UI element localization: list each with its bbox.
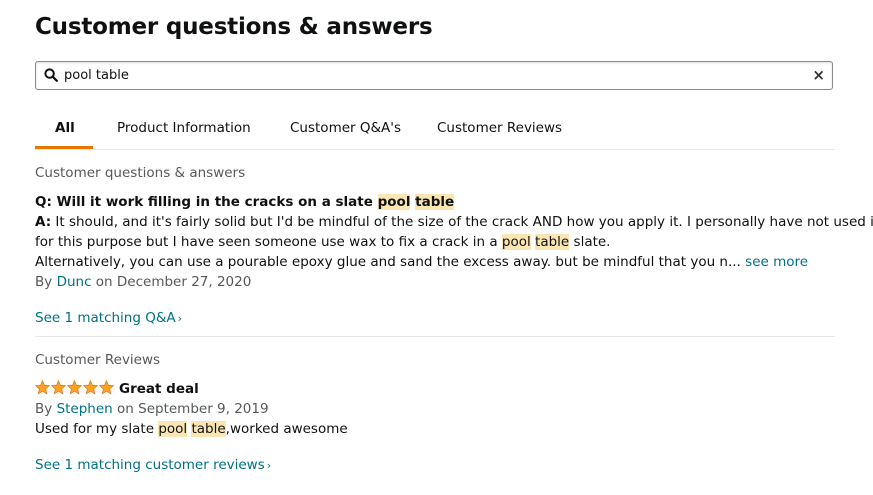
- see-matching-qa-link[interactable]: See 1 matching Q&A: [35, 310, 176, 326]
- review-text: ,worked awesome: [225, 421, 348, 437]
- search-box[interactable]: ×: [35, 61, 833, 90]
- qa-section-title: Customer questions & answers: [35, 165, 246, 181]
- answer-line-1: A: It should, and it's fairly solid but …: [35, 212, 873, 232]
- question-highlight: pool: [377, 194, 411, 210]
- answer-text: It should, and it's fairly solid but I'd…: [55, 214, 873, 230]
- byline-by: By: [35, 401, 53, 417]
- search-input[interactable]: [64, 65, 804, 85]
- see-matching-reviews-link[interactable]: See 1 matching customer reviews: [35, 457, 265, 473]
- reviews-section-title: Customer Reviews: [35, 352, 161, 368]
- question-prefix: Q:: [35, 194, 52, 210]
- question-text: Will it work filling in the cracks on a …: [56, 194, 373, 210]
- search-icon: [44, 68, 58, 82]
- answer-highlight: table: [535, 234, 570, 250]
- see-matching-reviews[interactable]: See 1 matching customer reviews ›: [35, 455, 271, 476]
- active-tab-indicator: [35, 146, 93, 149]
- star-rating-icon[interactable]: [35, 380, 115, 395]
- tab-all[interactable]: All: [55, 120, 75, 136]
- tab-customer-qa[interactable]: Customer Q&A's: [290, 120, 401, 136]
- author-link[interactable]: Dunc: [57, 274, 92, 290]
- see-more-link[interactable]: see more: [745, 254, 808, 270]
- review-highlight: pool: [158, 421, 188, 437]
- question-highlight: table: [415, 194, 455, 210]
- question-line: Q: Will it work filling in the cracks on…: [35, 192, 455, 212]
- chevron-right-icon: ›: [266, 459, 272, 472]
- byline-date: on September 9, 2019: [117, 401, 269, 417]
- answer-highlight: pool: [501, 234, 531, 250]
- review-byline: By Stephen on September 9, 2019: [35, 399, 269, 419]
- review-highlight: table: [191, 421, 226, 437]
- clear-icon[interactable]: ×: [812, 67, 825, 84]
- page-title: Customer questions & answers: [35, 14, 433, 40]
- see-matching-qa[interactable]: See 1 matching Q&A ›: [35, 308, 182, 329]
- byline-by: By: [35, 274, 53, 290]
- author-link[interactable]: Stephen: [57, 401, 113, 417]
- tab-bar: All Product Information Customer Q&A's C…: [35, 118, 835, 150]
- chevron-right-icon: ›: [177, 312, 183, 325]
- answer-text: Alternatively, you can use a pourable ep…: [35, 254, 741, 270]
- answer-line-3: Alternatively, you can use a pourable ep…: [35, 252, 808, 272]
- review-text: Used for my slate: [35, 421, 155, 437]
- review-header: Great deal: [35, 379, 199, 399]
- answer-text: for this purpose but I have seen someone…: [35, 234, 498, 250]
- tab-product-information[interactable]: Product Information: [117, 120, 251, 136]
- review-body: Used for my slate pool table,worked awes…: [35, 419, 348, 439]
- section-divider: [35, 336, 835, 337]
- byline-date: on December 27, 2020: [95, 274, 252, 290]
- review-title[interactable]: Great deal: [119, 381, 199, 397]
- answer-prefix: A:: [35, 214, 52, 230]
- qa-byline: By Dunc on December 27, 2020: [35, 272, 251, 292]
- answer-text: slate.: [573, 234, 611, 250]
- tab-customer-reviews[interactable]: Customer Reviews: [437, 120, 562, 136]
- answer-line-2: for this purpose but I have seen someone…: [35, 232, 610, 252]
